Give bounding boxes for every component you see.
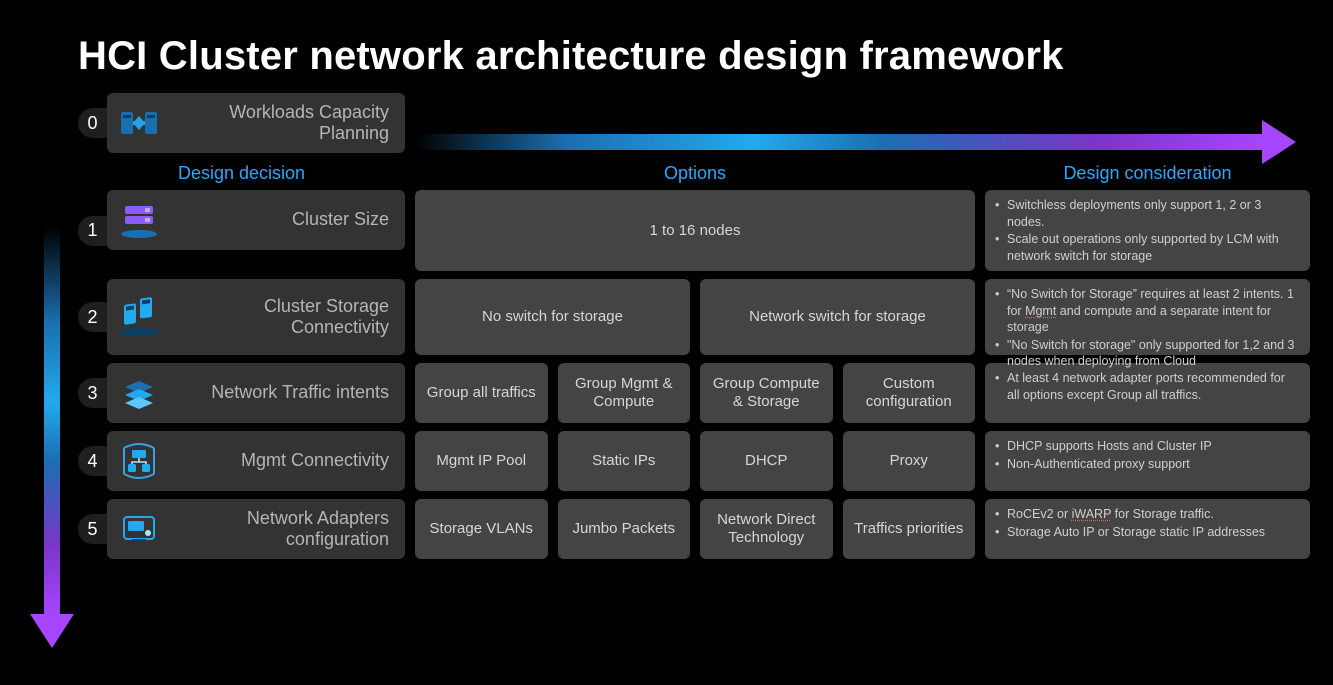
- row-2: 2 Cluster Storage Connectivity: [78, 279, 1333, 355]
- option-card: DHCP: [700, 431, 833, 491]
- decision-card: Network Adapters configuration: [107, 499, 405, 559]
- header-options: Options: [664, 163, 726, 183]
- row-number: 1: [78, 216, 107, 246]
- option-card: Static IPs: [558, 431, 691, 491]
- decision-card: Cluster Storage Connectivity: [107, 279, 405, 355]
- option-card: Network Direct Technology: [700, 499, 833, 559]
- capacity-icon: [107, 106, 171, 140]
- decision-card: Network Traffic intents: [107, 363, 405, 423]
- row-number: 4: [78, 446, 107, 476]
- option-card: No switch for storage: [415, 279, 690, 355]
- consideration-item: DHCP supports Hosts and Cluster IP: [991, 438, 1300, 455]
- decision-label: Network Traffic intents: [171, 382, 405, 403]
- mgmt-connectivity-icon: [107, 442, 171, 480]
- row-5: 5 Network Adapters configuration Storage…: [78, 499, 1333, 559]
- consideration-item: RoCEv2 or iWARP for Storage traffic.: [991, 506, 1300, 523]
- option-card: Custom configuration: [843, 363, 976, 423]
- row-3: 3 Network Traffic intents Group all traf…: [78, 363, 1333, 423]
- consideration-card: DHCP supports Hosts and Cluster IP Non-A…: [985, 431, 1310, 491]
- header-decision: Design decision: [178, 163, 305, 183]
- row-number: 5: [78, 514, 107, 544]
- option-card: Mgmt IP Pool: [415, 431, 548, 491]
- consideration-item: Scale out operations only supported by L…: [991, 231, 1300, 264]
- option-card: Proxy: [843, 431, 976, 491]
- consideration-item: Storage Auto IP or Storage static IP add…: [991, 524, 1300, 541]
- option-card: 1 to 16 nodes: [415, 190, 975, 271]
- decision-card: Workloads Capacity Planning: [107, 93, 405, 153]
- consideration-item: Non-Authenticated proxy support: [991, 456, 1300, 473]
- option-card: Group Compute & Storage: [700, 363, 833, 423]
- consideration-card: “No Switch for Storage” requires at leas…: [985, 279, 1310, 355]
- row-number: 3: [78, 378, 107, 408]
- consideration-card: RoCEv2 or iWARP for Storage traffic. Sto…: [985, 499, 1310, 559]
- consideration-card: Switchless deployments only support 1, 2…: [985, 190, 1310, 271]
- decision-card: Mgmt Connectivity: [107, 431, 405, 491]
- consideration-item: Switchless deployments only support 1, 2…: [991, 197, 1300, 230]
- adapter-config-icon: [107, 511, 171, 547]
- traffic-intents-icon: [107, 375, 171, 411]
- option-card: Storage VLANs: [415, 499, 548, 559]
- timeline-arrow-down: [30, 226, 74, 646]
- consideration-item: At least 4 network adapter ports recomme…: [991, 370, 1300, 403]
- cluster-size-icon: [107, 200, 171, 240]
- page-title: HCI Cluster network architecture design …: [78, 34, 1333, 79]
- decision-label: Mgmt Connectivity: [171, 450, 405, 471]
- consideration-item: "No Switch for storage" only supported f…: [991, 337, 1300, 370]
- option-card: Group all traffics: [415, 363, 548, 423]
- option-card: Jumbo Packets: [558, 499, 691, 559]
- row-4: 4 Mgmt Connectivity Mgmt IP Pool Static …: [78, 431, 1333, 491]
- decision-card: Cluster Size: [107, 190, 405, 250]
- consideration-item: “No Switch for Storage” requires at leas…: [991, 286, 1300, 336]
- consideration-card: At least 4 network adapter ports recomme…: [985, 363, 1310, 423]
- decision-label: Cluster Storage Connectivity: [171, 296, 405, 338]
- header-consideration: Design consideration: [1063, 163, 1231, 183]
- row-1: 1 Cluster Size 1 to 16 nodes: [78, 190, 1333, 271]
- option-card: Traffics priorities: [843, 499, 976, 559]
- row-number: 2: [78, 302, 107, 332]
- storage-connectivity-icon: [107, 296, 171, 338]
- decision-label: Network Adapters configuration: [171, 508, 405, 550]
- option-card: Group Mgmt & Compute: [558, 363, 691, 423]
- option-card: Network switch for storage: [700, 279, 975, 355]
- column-headers: Design decision Options Design considera…: [78, 163, 1333, 184]
- row-0: 0 Workloads Capacity Planning: [78, 93, 1333, 153]
- decision-label: Workloads Capacity Planning: [171, 102, 405, 144]
- row-number: 0: [78, 108, 107, 138]
- decision-label: Cluster Size: [171, 209, 405, 230]
